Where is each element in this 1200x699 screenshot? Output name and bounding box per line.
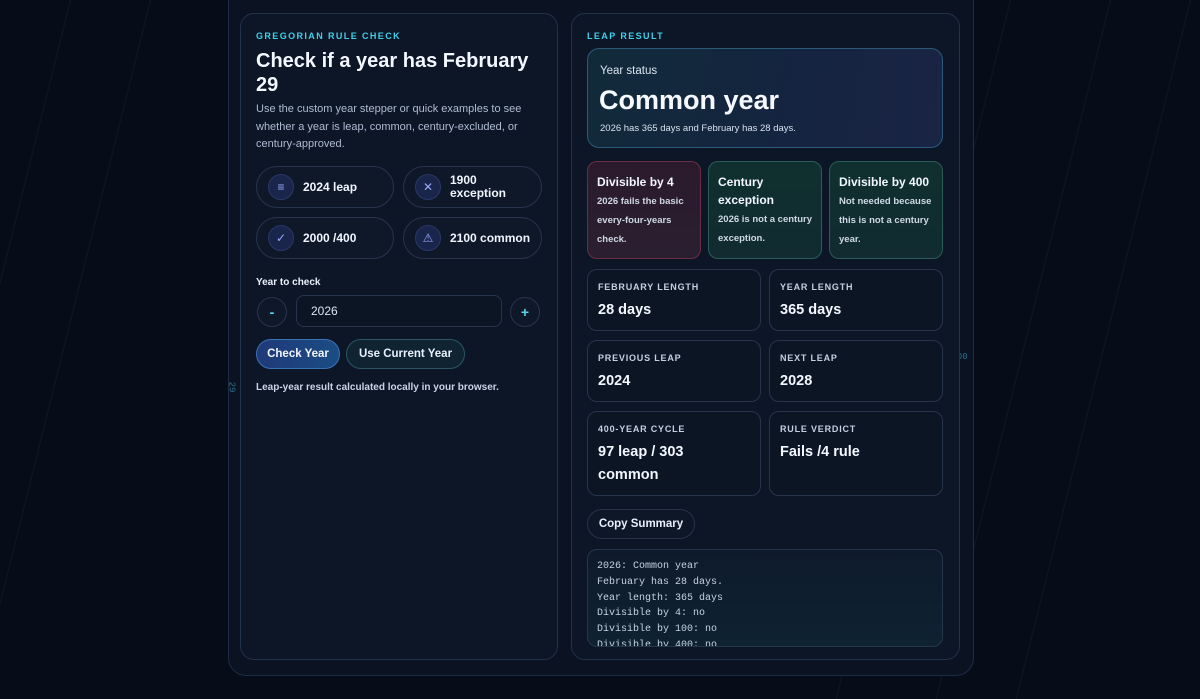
year-status-card: Year status Common year 2026 has 365 day… [587,48,943,148]
rule-card-div4: Divisible by 4 2026 fails the basic ever… [587,161,701,259]
rule-card-century: Century exception 2026 is not a century … [708,161,822,259]
section-kicker: LEAP RESULT [587,31,665,41]
section-kicker: GREGORIAN RULE CHECK [256,31,402,41]
example-label: 2024 leap [303,180,358,194]
stat-value: 97 leap / 303 common [598,444,684,483]
rule-title: Divisible by 4 [597,175,674,189]
year-input[interactable]: 2026 [296,295,502,327]
summary-line: Divisible by 100: no [597,624,718,636]
local-calc-note: Leap-year result calculated locally in y… [256,382,499,393]
warning-icon: ⚠ [415,225,441,251]
decrement-button[interactable]: - [257,297,287,327]
status-value: Common year [599,85,780,115]
stat-previous-leap: PREVIOUS LEAP 2024 [587,340,761,402]
summary-line: February has 28 days. [597,576,724,588]
rule-title: Century exception [718,175,775,207]
decor-side-text: 29 [226,381,237,393]
stat-heading: RULE VERDICT [780,424,857,434]
stat-value: 2028 [780,373,813,389]
use-current-year-button[interactable]: Use Current Year [346,339,465,369]
stat-rule-verdict: RULE VERDICT Fails /4 rule [769,411,943,496]
summary-line: Year length: 365 days [597,592,724,604]
rule-title: Divisible by 400 [839,175,930,189]
background-line [0,0,151,699]
background-line [1015,0,1191,699]
copy-summary-button[interactable]: Copy Summary [587,509,695,539]
stat-heading: 400-YEAR CYCLE [598,424,686,434]
stat-heading: YEAR LENGTH [780,282,854,292]
summary-output: 2026: Common year February has 28 days. … [587,549,943,647]
status-detail: 2026 has 365 days and February has 28 da… [600,123,796,134]
x-icon: ✕ [415,174,441,200]
increment-button[interactable]: + [510,297,540,327]
example-1900-button[interactable]: ✕ 1900 exception [403,166,542,208]
page-description: Use the custom year stepper or quick exa… [256,103,522,150]
example-label: 2100 common [450,231,531,245]
background-line [0,0,71,699]
rule-detail: Not needed because this is not a century… [839,196,932,245]
example-label: 1900 exception [450,173,507,200]
stat-heading: NEXT LEAP [780,353,838,363]
stat-next-leap: NEXT LEAP 2028 [769,340,943,402]
example-label: 2000 /400 [303,231,357,245]
stat-year-length: YEAR LENGTH 365 days [769,269,943,331]
example-2024-button[interactable]: ≡ 2024 leap [256,166,394,208]
stat-value: 365 days [780,302,842,318]
rule-detail: 2026 is not a century exception. [718,214,812,244]
year-label: Year to check [256,277,321,288]
rule-card-div400: Divisible by 400 Not needed because this… [829,161,943,259]
summary-line: 2026: Common year [597,561,700,572]
stat-400-year-cycle: 400-YEAR CYCLE 97 leap / 303 common [587,411,761,496]
stat-value: Fails /4 rule [780,444,860,460]
list-icon: ≡ [268,174,294,200]
stat-heading: FEBRUARY LENGTH [598,282,700,292]
check-year-button[interactable]: Check Year [256,339,340,369]
summary-line: Divisible by 4: no [597,608,706,620]
status-label: Year status [600,65,658,77]
page-title: Check if a year has February 29 [256,50,529,96]
stat-heading: PREVIOUS LEAP [598,353,682,363]
example-2100-button[interactable]: ⚠ 2100 common [403,217,542,259]
stat-february-length: FEBRUARY LENGTH 28 days [587,269,761,331]
summary-line: Divisible by 400: no [597,639,718,647]
stat-value: 2024 [598,373,631,389]
example-2000-button[interactable]: ✓ 2000 /400 [256,217,394,259]
stat-value: 28 days [598,302,652,318]
check-icon: ✓ [268,225,294,251]
rule-detail: 2026 fails the basic every-four-years ch… [597,196,684,245]
